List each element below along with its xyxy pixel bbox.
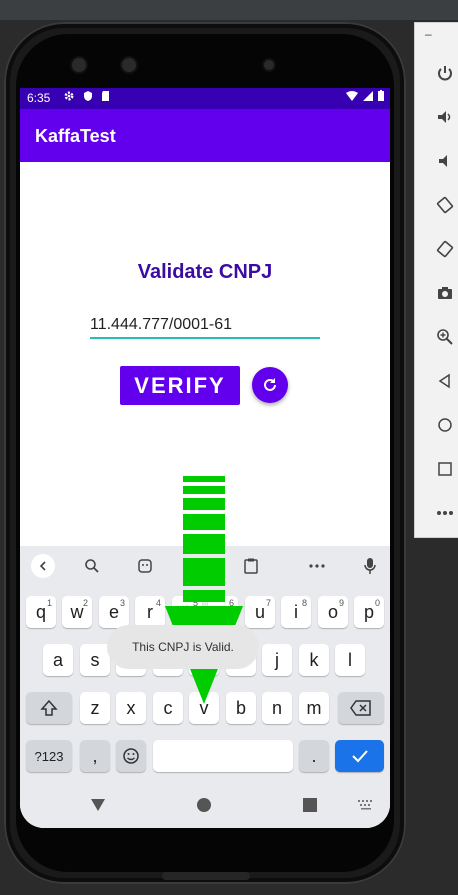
key-u[interactable]: u7 <box>245 596 275 628</box>
nav-recents-icon[interactable] <box>303 798 317 812</box>
chevron-left-icon[interactable] <box>31 554 55 578</box>
key-e[interactable]: e3 <box>99 596 129 628</box>
camera-icon[interactable] <box>433 281 457 305</box>
nav-home-icon[interactable] <box>197 798 211 812</box>
app-bar: KaffaTest <box>20 109 390 162</box>
shift-key[interactable] <box>26 692 72 724</box>
key-m[interactable]: m <box>299 692 329 724</box>
sd-card-icon <box>102 91 110 101</box>
symbols-key[interactable]: ?123 <box>26 740 72 772</box>
more-icon[interactable] <box>433 501 457 525</box>
status-bar: 6:35 <box>20 88 390 109</box>
key-a[interactable]: a <box>43 644 73 676</box>
check-icon <box>351 750 368 763</box>
volume-up-icon[interactable] <box>433 105 457 129</box>
more-options-icon[interactable] <box>305 554 329 578</box>
back-icon[interactable] <box>433 369 457 393</box>
signal-icon <box>362 91 373 101</box>
key-z[interactable]: z <box>80 692 110 724</box>
backspace-key[interactable] <box>338 692 384 724</box>
status-system-icons <box>345 90 384 104</box>
power-icon[interactable] <box>433 61 457 85</box>
period-key[interactable]: . <box>299 740 329 772</box>
key-i[interactable]: i8 <box>281 596 311 628</box>
emoji-key[interactable] <box>116 740 146 772</box>
front-camera-icon <box>70 56 88 74</box>
search-icon[interactable] <box>80 554 104 578</box>
emulator-controls-panel: – <box>414 22 458 538</box>
page-title: Validate CNPJ <box>137 261 273 283</box>
cnpj-input[interactable] <box>90 313 320 339</box>
refresh-icon <box>264 378 276 391</box>
enter-key[interactable] <box>335 740 384 772</box>
key-l[interactable]: l <box>335 644 365 676</box>
zoom-icon[interactable] <box>433 325 457 349</box>
shift-icon <box>40 699 58 716</box>
home-icon[interactable] <box>433 413 457 437</box>
app-title: KaffaTest <box>35 126 116 146</box>
volume-down-icon[interactable] <box>433 149 457 173</box>
proximity-sensor-icon <box>262 58 276 72</box>
front-sensor-icon <box>120 56 138 74</box>
rotate-left-icon[interactable] <box>433 193 457 217</box>
green-arrow-annotation <box>165 476 243 704</box>
shield-icon <box>84 91 93 101</box>
space-bar[interactable] <box>153 740 293 772</box>
minimize-icon[interactable]: – <box>425 27 432 41</box>
settings-icon <box>64 91 74 101</box>
toast-message: This CNPJ is Valid. <box>107 625 259 669</box>
key-r[interactable]: r4 <box>135 596 165 628</box>
status-time: 6:35 <box>27 91 51 105</box>
overview-icon[interactable] <box>433 457 457 481</box>
navigation-bar <box>20 784 390 828</box>
sticker-icon[interactable] <box>133 554 157 578</box>
key-j[interactable]: j <box>262 644 292 676</box>
reload-button[interactable] <box>252 367 288 403</box>
wifi-icon <box>345 91 358 101</box>
key-s[interactable]: s <box>80 644 110 676</box>
ide-top-bar <box>0 0 458 20</box>
key-x[interactable]: x <box>116 692 146 724</box>
microphone-icon[interactable] <box>358 554 382 578</box>
bottom-speaker <box>162 872 250 880</box>
key-p[interactable]: p0 <box>354 596 384 628</box>
key-q[interactable]: q1 <box>26 596 56 628</box>
verify-button[interactable]: VERIFY <box>120 366 240 405</box>
key-w[interactable]: w2 <box>62 596 92 628</box>
backspace-icon <box>350 700 371 716</box>
emoji-icon <box>123 748 139 764</box>
rotate-right-icon[interactable] <box>433 237 457 261</box>
keyboard-switch-icon[interactable] <box>358 800 374 810</box>
battery-icon <box>378 90 384 101</box>
nav-back-icon[interactable] <box>90 798 106 812</box>
status-notification-icons <box>63 90 111 105</box>
key-n[interactable]: n <box>262 692 292 724</box>
key-o[interactable]: o9 <box>318 596 348 628</box>
device-screen: 6:35 KaffaTest Validate CNPJ VERIFY <box>20 88 390 828</box>
comma-key[interactable]: , <box>80 740 110 772</box>
key-k[interactable]: k <box>299 644 329 676</box>
